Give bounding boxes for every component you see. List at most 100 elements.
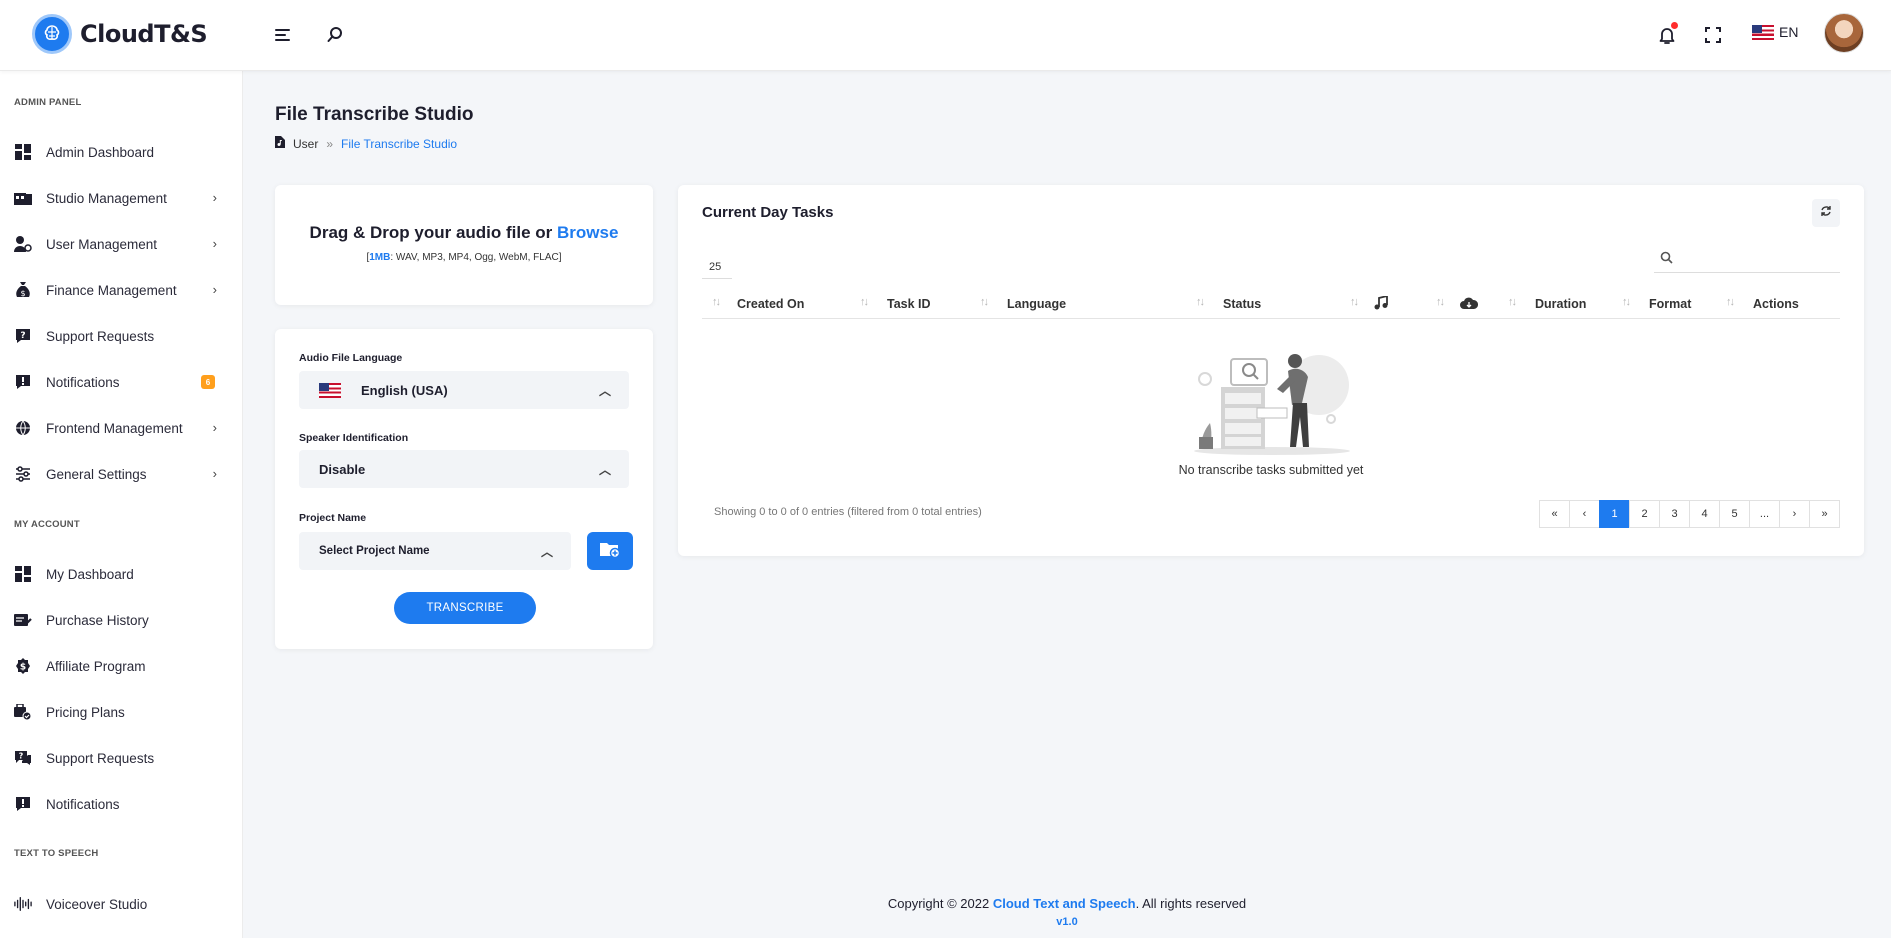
fullscreen-icon[interactable] <box>1700 22 1726 48</box>
alert-message-icon <box>14 373 32 391</box>
user-gear-icon <box>14 235 32 253</box>
sidebar-item-support-requests[interactable]: ? Support Requests <box>0 319 243 353</box>
search-icon[interactable] <box>322 22 348 48</box>
logo[interactable]: CloudT&S <box>32 14 208 54</box>
column-duration[interactable]: Duration <box>1535 297 1586 311</box>
page-button-5[interactable]: 5 <box>1719 500 1750 528</box>
sidebar-item-purchase-history[interactable]: Purchase History <box>0 603 243 637</box>
dashboard-icon <box>14 143 32 161</box>
bracket-close: ] <box>558 252 562 263</box>
us-flag-icon <box>1752 24 1774 40</box>
language-label: Audio File Language <box>299 352 403 364</box>
column-format[interactable]: Format <box>1649 297 1691 311</box>
sidebar-item-label: Frontend Management <box>46 420 183 436</box>
music-note-icon[interactable] <box>1374 294 1388 313</box>
brand-name: CloudT&S <box>80 20 208 48</box>
sidebar-item-notifications-account[interactable]: Notifications <box>0 787 243 821</box>
project-select[interactable]: Select Project Name ︿ <box>299 532 571 570</box>
sidebar-item-studio-management[interactable]: Studio Management › <box>0 181 243 215</box>
svg-text:$: $ <box>20 289 25 298</box>
chevron-up-icon: ︿ <box>540 545 553 559</box>
sidebar-item-user-management[interactable]: User Management › <box>0 227 243 261</box>
page-button-3[interactable]: 3 <box>1659 500 1690 528</box>
globe-icon <box>14 419 32 437</box>
avatar[interactable] <box>1824 13 1864 53</box>
sidebar-item-label: Admin Dashboard <box>46 144 155 160</box>
sort-icon[interactable]: ↑↓ <box>1350 296 1359 308</box>
column-language[interactable]: Language <box>1007 297 1066 311</box>
footer-brand-link[interactable]: Cloud Text and Speech <box>993 896 1136 911</box>
page-button-4[interactable]: 4 <box>1689 500 1720 528</box>
page-length-select[interactable]: 25 <box>702 255 732 279</box>
column-task-id[interactable]: Task ID <box>887 297 931 311</box>
svg-text:?: ? <box>20 331 25 341</box>
cloud-download-icon[interactable] <box>1460 297 1479 313</box>
menu-icon[interactable] <box>270 22 296 48</box>
refresh-button[interactable] <box>1812 199 1840 227</box>
sidebar-item-label: User Management <box>46 236 158 252</box>
sort-icon[interactable]: ↑↓ <box>1196 296 1205 308</box>
first-page-button[interactable]: « <box>1539 500 1570 528</box>
table-search-input[interactable] <box>1654 247 1840 273</box>
sort-icon[interactable]: ↑↓ <box>712 296 721 308</box>
transcribe-button[interactable]: TRANSCRIBE <box>394 592 536 624</box>
svg-text:$: $ <box>20 663 26 673</box>
sidebar-item-pricing-plans[interactable]: Pricing Plans <box>0 695 243 729</box>
sort-icon[interactable]: ↑↓ <box>980 296 989 308</box>
page-button-2[interactable]: 2 <box>1629 500 1660 528</box>
column-created-on[interactable]: Created On <box>737 297 804 311</box>
prev-page-button[interactable]: ‹ <box>1569 500 1600 528</box>
chevron-right-icon: › <box>212 236 217 251</box>
page-button-1[interactable]: 1 <box>1599 500 1630 528</box>
sidebar-item-finance-management[interactable]: $ Finance Management › <box>0 273 243 307</box>
sort-icon[interactable]: ↑↓ <box>860 296 869 308</box>
sidebar-item-label: Support Requests <box>46 328 155 344</box>
sort-icon[interactable]: ↑↓ <box>1508 296 1517 308</box>
next-page-button[interactable]: › <box>1779 500 1810 528</box>
alert-message-icon <box>14 795 32 813</box>
upload-dropzone[interactable]: Drag & Drop your audio file or Browse [1… <box>275 185 653 305</box>
money-bag-icon: $ <box>14 281 32 299</box>
transcribe-form: Audio File Language English (USA) ︿ Spea… <box>275 329 653 649</box>
sidebar: ADMIN PANEL Admin Dashboard Studio Manag… <box>0 71 243 938</box>
brain-logo-icon <box>32 14 72 54</box>
chevron-up-icon: ︿ <box>598 384 611 398</box>
pricing-icon <box>14 703 32 721</box>
bell-icon[interactable] <box>1654 22 1680 48</box>
empty-state-text: No transcribe tasks submitted yet <box>1178 463 1364 477</box>
dashboard-icon <box>14 565 32 583</box>
sound-wave-icon <box>14 895 32 913</box>
language-select[interactable]: English (USA) ︿ <box>299 371 629 409</box>
breadcrumb-separator: » <box>326 136 334 151</box>
table-header: ↑↓ Created On ↑↓ Task ID ↑↓ Language ↑↓ … <box>702 291 1840 319</box>
page-ellipsis: ... <box>1749 500 1780 528</box>
breadcrumb-root[interactable]: User <box>293 137 318 151</box>
footer-prefix: Copyright © 2022 <box>887 896 993 911</box>
sort-icon[interactable]: ↑↓ <box>1726 296 1735 308</box>
column-status[interactable]: Status <box>1223 297 1261 311</box>
sort-icon[interactable]: ↑↓ <box>1436 296 1445 308</box>
studio-icon <box>14 189 32 207</box>
sidebar-item-support-requests-account[interactable]: ? Support Requests <box>0 741 243 775</box>
svg-text:?: ? <box>19 752 24 761</box>
sidebar-item-admin-dashboard[interactable]: Admin Dashboard <box>0 135 243 169</box>
browse-link[interactable]: Browse <box>557 223 618 242</box>
speaker-select[interactable]: Disable ︿ <box>299 450 629 488</box>
speaker-label: Speaker Identification <box>299 432 409 444</box>
sidebar-item-my-dashboard[interactable]: My Dashboard <box>0 557 243 591</box>
sidebar-item-label: Notifications <box>46 796 120 812</box>
sidebar-item-affiliate-program[interactable]: $ Affiliate Program <box>0 649 243 683</box>
language-selector[interactable]: EN <box>1752 24 1798 40</box>
sidebar-item-frontend-management[interactable]: Frontend Management › <box>0 411 243 445</box>
sidebar-item-general-settings[interactable]: General Settings › <box>0 457 243 491</box>
sidebar-item-voiceover-studio[interactable]: Voiceover Studio <box>0 887 243 921</box>
sort-icon[interactable]: ↑↓ <box>1622 296 1631 308</box>
sidebar-item-label: Pricing Plans <box>46 704 125 720</box>
column-actions[interactable]: Actions <box>1753 297 1799 311</box>
project-label: Project Name <box>299 512 367 524</box>
add-project-button[interactable] <box>587 532 633 570</box>
last-page-button[interactable]: » <box>1809 500 1840 528</box>
footer-suffix: . All rights reserved <box>1135 896 1247 911</box>
breadcrumb: User » File Transcribe Studio <box>275 136 457 151</box>
sidebar-item-notifications[interactable]: Notifications 6 <box>0 365 243 399</box>
